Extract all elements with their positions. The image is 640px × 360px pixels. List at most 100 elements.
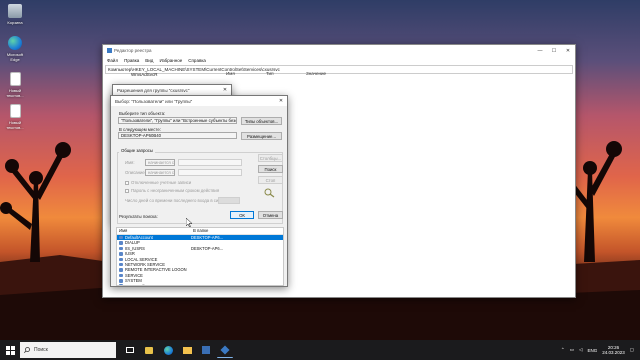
user-group-icon bbox=[119, 257, 123, 261]
columns-button[interactable]: Столбцы... bbox=[258, 154, 283, 162]
user-group-icon bbox=[119, 273, 123, 278]
regedit-titlebar[interactable]: Редактор реестра — ☐ ✕ bbox=[103, 45, 575, 56]
search-results-label: Результаты поиска: bbox=[119, 214, 158, 219]
no-expire-checkbox[interactable]: Пароль с неограниченным сроком действия bbox=[125, 188, 219, 193]
select-users-groups-dialog[interactable]: Выбор: "Пользователи" или "Группы" ✕ Выб… bbox=[110, 95, 288, 287]
taskbar-apps bbox=[122, 342, 233, 358]
locations-button[interactable]: Размещение... bbox=[241, 132, 282, 140]
ok-button[interactable]: ОК bbox=[230, 211, 254, 219]
result-name: WDAGUtilityAccount bbox=[125, 284, 163, 285]
object-type-label: Выберите тип объекта: bbox=[119, 111, 166, 116]
desktop-icon-label: Новый текстов... bbox=[6, 88, 24, 98]
checkbox-box[interactable] bbox=[125, 180, 129, 185]
taskbar-chat-app[interactable] bbox=[141, 342, 157, 358]
description-label: Описание: bbox=[125, 170, 146, 175]
select-users-titlebar[interactable]: Выбор: "Пользователи" или "Группы" ✕ bbox=[111, 96, 287, 106]
taskbar-file-explorer[interactable] bbox=[179, 342, 195, 358]
taskbar-search-box[interactable]: Поиск bbox=[20, 342, 116, 358]
results-body: DefaultAccount DESKTOP-AP6... DIALUP IIS_IU… bbox=[117, 235, 283, 285]
taskbar-store-app[interactable] bbox=[198, 342, 214, 358]
start-button[interactable] bbox=[0, 340, 20, 360]
regedit-column-headers: Имя Тип Значение bbox=[223, 71, 575, 79]
user-group-icon bbox=[119, 262, 123, 267]
text-file-icon bbox=[9, 72, 21, 86]
days-since-logon-label: Число дней со времени последнего входа в… bbox=[125, 198, 232, 203]
network-icon[interactable]: ▭ bbox=[570, 347, 574, 353]
days-since-logon-select[interactable] bbox=[218, 197, 240, 204]
text-file-desktop-icon-2[interactable]: Новый текстов... bbox=[3, 104, 27, 130]
user-group-icon bbox=[119, 268, 123, 272]
text-file-icon bbox=[9, 104, 21, 118]
search-icon bbox=[24, 347, 30, 353]
permissions-titlebar[interactable]: Разрешения для группы "cxusrsvc" ✕ bbox=[113, 85, 231, 95]
column-value[interactable]: Значение bbox=[303, 71, 326, 79]
menu-favorites[interactable]: Избранное bbox=[159, 58, 182, 63]
search-placeholder: Поиск bbox=[34, 347, 48, 353]
user-group-icon bbox=[119, 252, 123, 256]
language-indicator[interactable]: ENG bbox=[587, 348, 597, 353]
close-icon[interactable]: ✕ bbox=[275, 98, 287, 104]
clock[interactable]: 20:26 24.03.2023 bbox=[602, 345, 625, 355]
column-type[interactable]: Тип bbox=[263, 71, 303, 79]
search-results-list[interactable]: Имя В папке DefaultAccount DESKTOP-AP6...… bbox=[116, 227, 284, 286]
cancel-button[interactable]: Отмена bbox=[258, 211, 283, 219]
description-input[interactable] bbox=[178, 169, 242, 176]
menu-help[interactable]: Справка bbox=[188, 58, 206, 63]
taskbar-regedit-app[interactable] bbox=[217, 342, 233, 358]
name-mode-select[interactable]: начинается с bbox=[145, 159, 175, 166]
recycle-bin-icon bbox=[8, 4, 22, 18]
select-users-title: Выбор: "Пользователи" или "Группы" bbox=[115, 98, 193, 104]
result-row[interactable]: WDAGUtilityAccount DESKTOP-AP6... bbox=[117, 284, 283, 285]
name-input[interactable] bbox=[178, 159, 242, 166]
maximize-button[interactable]: ☐ bbox=[547, 48, 561, 54]
windows-logo-icon bbox=[5, 345, 15, 355]
result-folder: DESKTOP-AP6... bbox=[191, 284, 283, 285]
close-icon[interactable]: ✕ bbox=[219, 87, 231, 93]
results-column-name[interactable]: Имя bbox=[117, 228, 191, 234]
search-people-icon bbox=[264, 188, 276, 198]
text-file-desktop-icon-1[interactable]: Новый текстов... bbox=[3, 72, 27, 98]
user-group-icon bbox=[119, 241, 123, 245]
menu-view[interactable]: Вид bbox=[145, 58, 153, 63]
regedit-icon bbox=[220, 344, 230, 355]
stop-button[interactable]: Стоп bbox=[258, 176, 283, 184]
notifications-icon[interactable]: ▢ bbox=[630, 347, 634, 353]
registry-tree-item[interactable]: WmsAdSvcR bbox=[131, 72, 158, 77]
location-field: DESKTOP-AP60B40 bbox=[118, 132, 237, 139]
edge-icon bbox=[8, 36, 22, 50]
regedit-app-icon bbox=[107, 48, 112, 53]
disabled-accounts-checkbox[interactable]: Отключенные учетные записи bbox=[125, 180, 191, 185]
result-name-cell: WDAGUtilityAccount bbox=[117, 284, 191, 285]
common-queries-legend: Общие запросы bbox=[119, 148, 156, 153]
close-button[interactable]: ✕ bbox=[561, 48, 575, 54]
clock-date: 24.03.2023 bbox=[602, 350, 625, 355]
minimize-button[interactable]: — bbox=[533, 48, 547, 54]
menu-file[interactable]: Файл bbox=[107, 58, 118, 63]
desktop-icon-label: Новый текстов... bbox=[6, 120, 24, 130]
chat-icon bbox=[145, 346, 153, 354]
task-view-button[interactable] bbox=[122, 342, 138, 358]
name-label: Имя: bbox=[125, 160, 135, 165]
edge-desktop-icon[interactable]: Microsoft Edge bbox=[3, 36, 27, 62]
user-group-icon bbox=[119, 235, 123, 240]
column-name[interactable]: Имя bbox=[223, 71, 263, 79]
recycle-bin-desktop-icon[interactable]: Корзина bbox=[3, 4, 27, 25]
object-types-button[interactable]: Типы объектов... bbox=[241, 117, 282, 125]
no-expire-label: Пароль с неограниченным сроком действия bbox=[131, 188, 220, 193]
results-column-folder[interactable]: В папке bbox=[191, 228, 208, 234]
taskbar: Поиск ⌃ ▭ ◁ ENG 20:26 24.03.2023 ▢ bbox=[0, 340, 640, 360]
system-tray: ⌃ ▭ ◁ ENG 20:26 24.03.2023 ▢ bbox=[561, 345, 640, 355]
results-header: Имя В папке bbox=[117, 228, 283, 235]
find-now-button[interactable]: Поиск bbox=[258, 165, 283, 173]
mouse-cursor bbox=[185, 217, 193, 229]
menu-edit[interactable]: Правка bbox=[124, 58, 139, 63]
description-mode-select[interactable]: начинается с bbox=[145, 169, 175, 176]
folder-icon bbox=[182, 346, 192, 354]
checkbox-box[interactable] bbox=[125, 188, 129, 193]
regedit-menubar: Файл Правка Вид Избранное Справка bbox=[103, 56, 575, 64]
regedit-title: Редактор реестра bbox=[114, 48, 152, 53]
chevron-up-icon[interactable]: ⌃ bbox=[561, 347, 565, 353]
taskbar-edge-app[interactable] bbox=[160, 342, 176, 358]
volume-icon[interactable]: ◁ bbox=[579, 347, 582, 353]
user-group-icon bbox=[119, 279, 123, 283]
